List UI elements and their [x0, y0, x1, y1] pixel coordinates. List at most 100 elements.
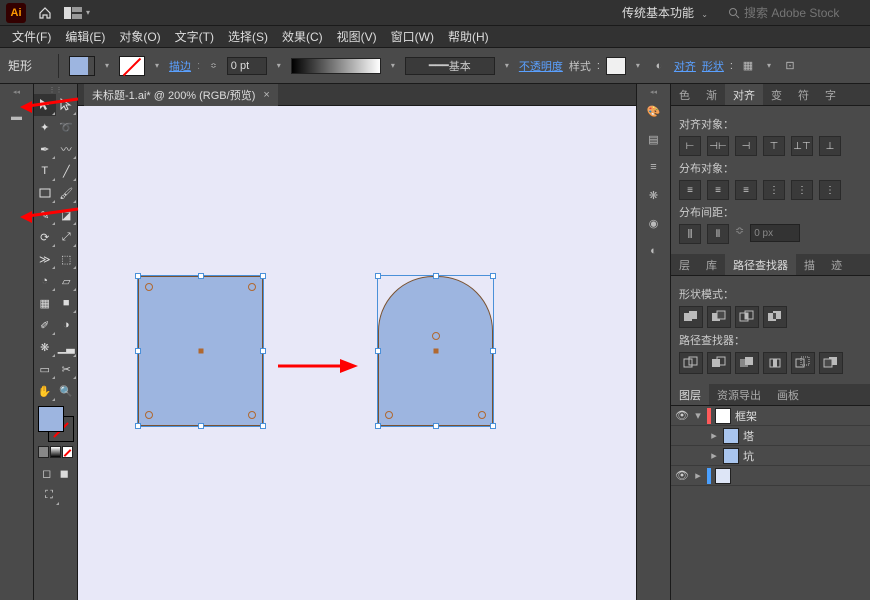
color-mode-gradient[interactable]: [50, 446, 61, 458]
expand-toggle[interactable]: ▸: [709, 449, 719, 462]
spacing-input[interactable]: [750, 224, 800, 242]
align-hcenter-button[interactable]: ⊣⊢: [707, 136, 729, 156]
trim-button[interactable]: [707, 352, 731, 374]
menu-file[interactable]: 文件(F): [6, 26, 57, 47]
dist-left-button[interactable]: ⋮: [763, 180, 785, 200]
stroke-label[interactable]: 描边: [169, 58, 191, 74]
brushes-panel-icon[interactable]: ≡: [640, 154, 668, 180]
menu-help[interactable]: 帮助(H): [442, 26, 495, 47]
dist-hspace-button[interactable]: ⫴: [707, 224, 729, 244]
resize-handle[interactable]: [375, 273, 381, 279]
menu-view[interactable]: 视图(V): [331, 26, 383, 47]
home-icon[interactable]: [34, 3, 56, 23]
eyedropper-tool[interactable]: ✐: [34, 314, 56, 336]
swatches-panel-icon[interactable]: ▤: [640, 126, 668, 152]
workspace-selector[interactable]: 传统基本功能 ⌄: [616, 2, 718, 23]
blend-tool[interactable]: ◑: [56, 314, 78, 336]
menu-type[interactable]: 文字(T): [169, 26, 220, 47]
chevron-down-icon[interactable]: ▾: [273, 61, 285, 70]
expand-toggle[interactable]: ▸: [709, 429, 719, 442]
draw-behind-icon[interactable]: ◼: [56, 462, 74, 484]
stroke-panel-icon[interactable]: ◉: [640, 210, 668, 236]
graph-tool[interactable]: ▁▃: [56, 336, 78, 358]
brush-profile[interactable]: ━━━ 基本: [405, 57, 495, 75]
pen-tool[interactable]: ✒: [34, 138, 56, 160]
color-panel-icon[interactable]: 🎨: [640, 98, 668, 124]
align-right-button[interactable]: ⊣: [735, 136, 757, 156]
free-transform-tool[interactable]: ⬚: [56, 248, 78, 270]
menu-object[interactable]: 对象(O): [113, 26, 166, 47]
tab-layer-short[interactable]: 层: [671, 254, 698, 275]
color-mode-none[interactable]: [62, 446, 73, 458]
divide-button[interactable]: [679, 352, 703, 374]
corner-widget[interactable]: [145, 283, 153, 291]
layer-row[interactable]: ▸ 塔: [671, 426, 870, 446]
exclude-button[interactable]: [763, 306, 787, 328]
close-icon[interactable]: ×: [263, 89, 269, 101]
dist-top-button[interactable]: ≡: [679, 180, 701, 200]
tab-transform[interactable]: 变: [763, 84, 790, 105]
search-input[interactable]: [744, 6, 864, 20]
color-mode-solid[interactable]: [38, 446, 49, 458]
menu-effect[interactable]: 效果(C): [276, 26, 329, 47]
align-top-button[interactable]: ⊤: [763, 136, 785, 156]
perspective-tool[interactable]: ▱: [56, 270, 78, 292]
dist-vcenter-button[interactable]: ≡: [707, 180, 729, 200]
arch-shape[interactable]: [378, 276, 493, 426]
draw-normal-icon[interactable]: ◻: [38, 462, 56, 484]
transform-icon[interactable]: ⊡: [781, 57, 799, 75]
rotate-tool[interactable]: ⟳: [34, 226, 56, 248]
dist-right-button[interactable]: ⋮: [819, 180, 841, 200]
slice-tool[interactable]: ✂: [56, 358, 78, 380]
expand-handle-icon[interactable]: ◂◂: [637, 88, 670, 96]
menu-window[interactable]: 窗口(W): [385, 26, 440, 47]
chevron-down-icon[interactable]: ▾: [632, 61, 644, 70]
minus-back-button[interactable]: [819, 352, 843, 374]
chevron-down-icon[interactable]: ▾: [151, 61, 163, 70]
opacity-label[interactable]: 不透明度: [519, 58, 563, 74]
hand-tool[interactable]: ✋: [34, 380, 56, 402]
tab-symbol[interactable]: 符: [790, 84, 817, 105]
curvature-tool[interactable]: 〰: [56, 138, 78, 160]
variable-width-profile[interactable]: [291, 58, 381, 74]
corner-widget[interactable]: [248, 411, 256, 419]
lasso-tool[interactable]: ➰: [56, 116, 78, 138]
fill-color-swatch[interactable]: [38, 406, 64, 432]
tab-assets[interactable]: 资源导出: [709, 384, 769, 405]
gradient-tool[interactable]: ■: [56, 292, 78, 314]
gradient-panel-icon[interactable]: ◐: [640, 238, 668, 264]
corner-widget[interactable]: [432, 332, 440, 340]
tab-align[interactable]: 对齐: [725, 84, 763, 105]
fill-swatch[interactable]: [69, 56, 95, 76]
tab-artboards[interactable]: 画板: [769, 384, 807, 405]
width-tool[interactable]: ≫: [34, 248, 56, 270]
align-vcenter-button[interactable]: ⊥⊤: [791, 136, 813, 156]
screen-mode-icon[interactable]: ⛶: [38, 484, 60, 506]
visibility-icon[interactable]: 👁: [675, 469, 689, 482]
tab-glyph[interactable]: 字: [817, 84, 844, 105]
expand-toggle[interactable]: ▾: [693, 409, 703, 422]
search-stock[interactable]: [728, 6, 864, 20]
dist-hcenter-button[interactable]: ⋮: [791, 180, 813, 200]
type-tool[interactable]: T: [34, 160, 56, 182]
stroke-swatch-none[interactable]: [119, 56, 145, 76]
symbols-panel-icon[interactable]: ❋: [640, 182, 668, 208]
canvas[interactable]: [78, 106, 636, 600]
layout-switch-icon[interactable]: ▾: [64, 3, 94, 23]
dist-vspace-button[interactable]: ⫼: [679, 224, 701, 244]
minus-front-button[interactable]: [707, 306, 731, 328]
corner-widget[interactable]: [385, 411, 393, 419]
scale-tool[interactable]: ⤢: [56, 226, 78, 248]
layer-name[interactable]: 坑: [743, 448, 866, 464]
intersect-button[interactable]: [735, 306, 759, 328]
tab-lib[interactable]: 库: [698, 254, 725, 275]
artboard-tool[interactable]: ▭: [34, 358, 56, 380]
chevron-down-icon[interactable]: ▾: [387, 61, 399, 70]
dist-bottom-button[interactable]: ≡: [735, 180, 757, 200]
zoom-tool[interactable]: 🔍: [56, 380, 78, 402]
layer-row[interactable]: 👁 ▾ 框架: [671, 406, 870, 426]
layer-row[interactable]: ▸ 坑: [671, 446, 870, 466]
magic-wand-tool[interactable]: ✦: [34, 116, 56, 138]
unite-button[interactable]: [679, 306, 703, 328]
symbol-sprayer-tool[interactable]: ❋: [34, 336, 56, 358]
